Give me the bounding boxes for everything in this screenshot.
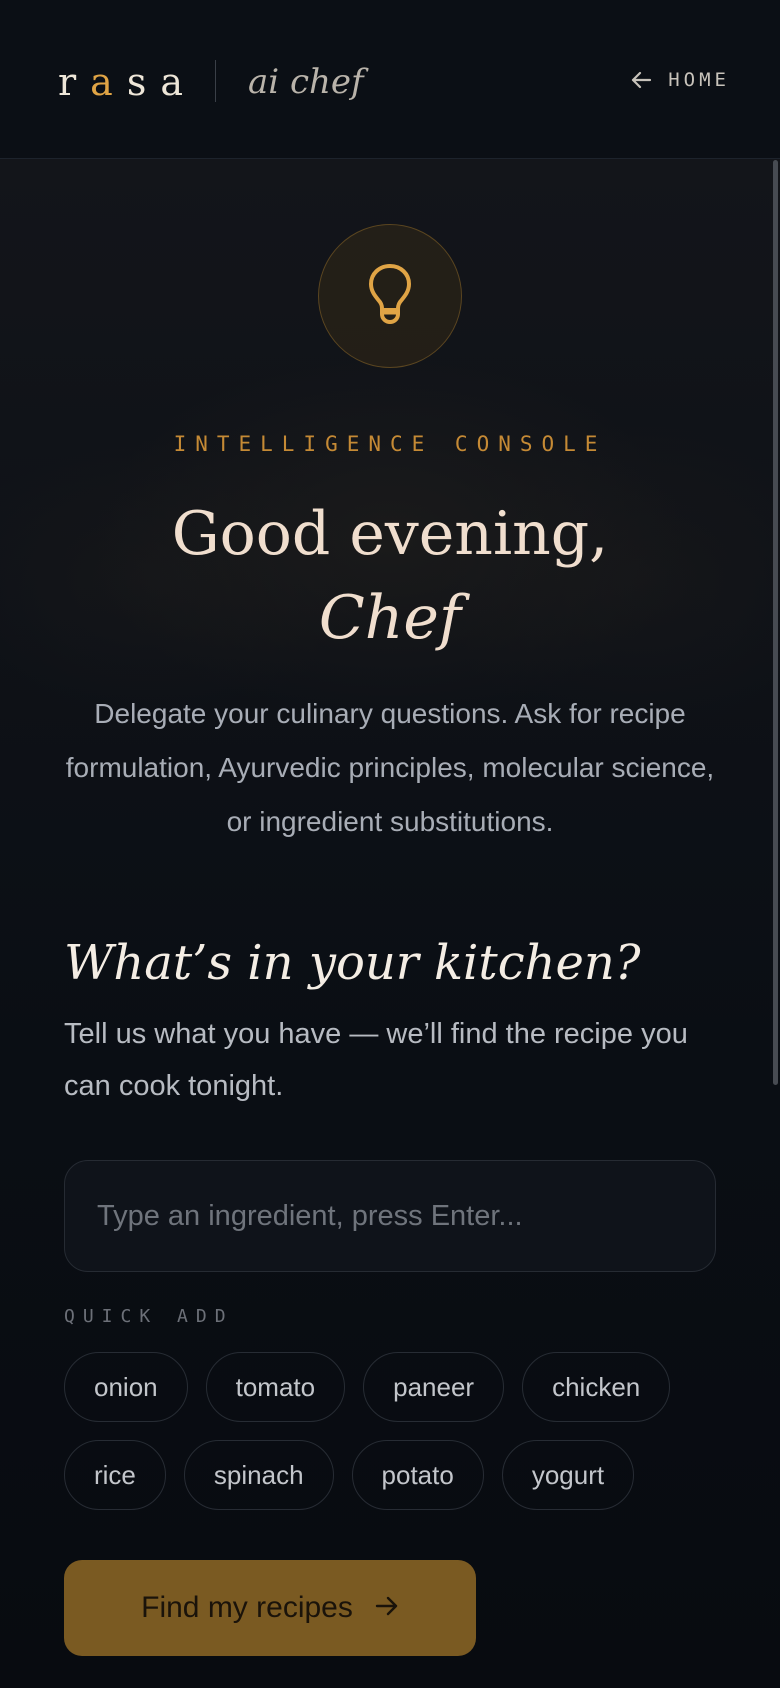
logo-letter-a: a (160, 60, 197, 104)
logo-letter-r: r (58, 60, 91, 104)
intro-text: Delegate your culinary questions. Ask fo… (65, 698, 715, 837)
quick-add-chip-onion[interactable]: onion (64, 1352, 188, 1422)
arrow-left-icon (630, 70, 652, 90)
home-link[interactable]: HOME (630, 62, 730, 98)
quick-add-chip-chicken[interactable]: chicken (522, 1352, 671, 1422)
logo-letter-s: s (126, 60, 161, 104)
quick-add-chip-spinach[interactable]: spinach (183, 1440, 334, 1510)
quick-add-row-1: onion tomato paneer chicken (64, 1352, 671, 1422)
ingredient-input[interactable] (64, 1160, 716, 1272)
quick-add-chip-paneer[interactable]: paneer (363, 1352, 505, 1422)
greeting-line-2: Chef (318, 583, 462, 653)
logo-letter-a-accent: a (90, 60, 127, 104)
find-recipes-button[interactable]: Find my recipes (64, 1560, 476, 1656)
kitchen-heading: What’s in your kitchen? (64, 935, 641, 991)
quick-add-label: QUICK ADD (64, 1306, 234, 1327)
quick-add-chip-tomato[interactable]: tomato (205, 1352, 346, 1422)
quick-add-chip-rice[interactable]: rice (64, 1440, 166, 1510)
console-eyebrow: INTELLIGENCE CONSOLE (173, 432, 607, 456)
quick-add-chip-potato[interactable]: potato (351, 1440, 484, 1510)
find-recipes-label: Find my recipes (141, 1591, 353, 1624)
kitchen-subtitle: Tell us what you have — we’ll find the r… (64, 1018, 688, 1102)
logo-subtitle: ai chef (248, 62, 364, 102)
lightbulb-icon (367, 262, 413, 330)
quick-add-row-2: rice spinach potato yogurt (64, 1440, 635, 1510)
logo-divider (215, 60, 216, 102)
greeting-line-1: Good evening, (171, 499, 609, 569)
arrow-right-icon (375, 1591, 399, 1625)
quick-add-chip-yogurt[interactable]: yogurt (501, 1440, 635, 1510)
lightbulb-badge (318, 224, 462, 368)
top-bar: rasa ai chef HOME (0, 0, 780, 159)
greeting-heading: Good evening, Chef (0, 492, 780, 660)
home-link-label: HOME (668, 69, 730, 91)
logo[interactable]: rasa (58, 52, 197, 112)
